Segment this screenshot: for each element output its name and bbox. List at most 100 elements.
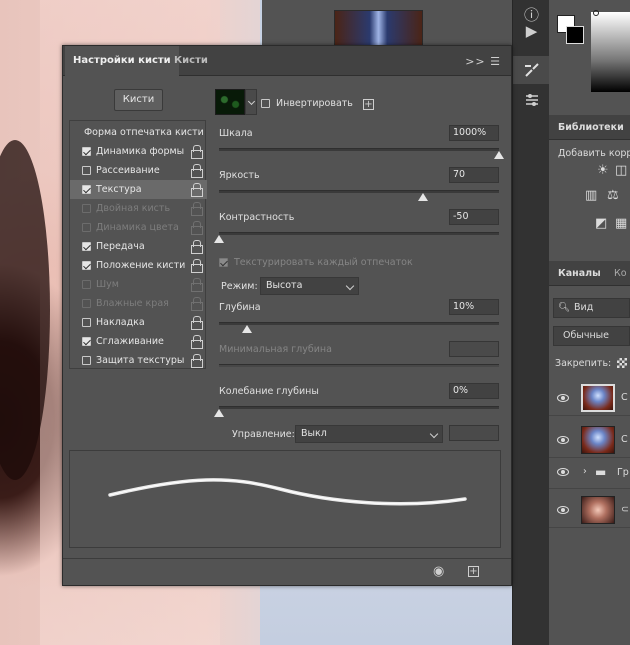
lock-icon[interactable] [191,221,203,235]
brush-settings-icon[interactable] [513,56,550,84]
color-picker-handle[interactable] [593,10,599,16]
panel-menu-icon[interactable]: >> ☰ [465,55,501,68]
option-checkbox[interactable] [82,337,91,346]
visibility-eye-icon[interactable] [557,506,569,514]
option-checkbox[interactable] [82,318,91,327]
lock-icon[interactable] [191,202,203,216]
option-checkbox[interactable] [82,280,91,289]
toggle-live-preview-icon[interactable]: ◉ [433,564,444,579]
tab-brushes[interactable]: Кисти [166,46,216,76]
option-checkbox[interactable] [82,204,91,213]
tab-channels[interactable]: Каналы [558,268,601,279]
texture-swatch[interactable] [215,89,245,115]
brush-option-item[interactable]: Двойная кисть [70,199,207,218]
lock-icon[interactable] [191,259,203,273]
lock-icon[interactable] [191,354,203,368]
create-new-brush-icon[interactable]: + [468,566,479,577]
visibility-eye-icon[interactable] [557,436,569,444]
levels-adjust-icon[interactable]: ▥ [585,188,597,203]
texture-picker-dropdown[interactable] [245,89,257,115]
depth-slider-handle[interactable] [242,325,252,333]
option-checkbox[interactable] [82,261,91,270]
layer-group-row[interactable]: › ▬ Гр [549,457,630,489]
brush-option-item[interactable]: Динамика формы [70,142,207,161]
document-thumbnail[interactable] [334,10,423,46]
min-depth-slider[interactable] [219,364,499,367]
brush-option-item[interactable]: Динамика цвета [70,218,207,237]
background-color-swatch[interactable] [566,26,584,44]
option-checkbox[interactable] [82,147,91,156]
control-select[interactable]: Выкл [295,425,443,443]
texturize-each-checkbox[interactable] [219,258,228,267]
lock-transparency-icon[interactable] [617,358,627,368]
brush-option-item[interactable]: Сглаживание [70,332,207,351]
contrast-slider[interactable] [219,232,499,235]
curves-adjust-icon[interactable]: ◫ [615,163,627,178]
lock-icon[interactable] [191,278,203,292]
layer-thumbnail [581,496,615,524]
option-checkbox[interactable] [82,299,91,308]
brush-option-item[interactable]: Накладка [70,313,207,332]
play-icon[interactable]: ▶ [513,17,550,45]
lock-icon[interactable] [191,297,203,311]
min-depth-field[interactable] [449,341,499,357]
layer-filter-select[interactable]: 🔍︎ Вид [553,298,630,318]
brush-tip-shape-item[interactable]: Форма отпечатка кисти [70,123,207,142]
visibility-eye-icon[interactable] [557,394,569,402]
invert-checkbox[interactable] [261,99,270,108]
contrast-field[interactable]: -50 [449,209,499,225]
lock-icon[interactable] [191,145,203,159]
contrast-slider-handle[interactable] [214,235,224,243]
channels-tab-bar: Каналы Ко [549,261,630,286]
option-label: Накладка [96,317,145,328]
depth-jitter-field[interactable]: 0% [449,383,499,399]
depth-field[interactable]: 10% [449,299,499,315]
brush-option-item[interactable]: Рассеивание [70,161,207,180]
brightness-adjust-icon[interactable]: ☀ [597,163,609,178]
layer-row[interactable]: ⊂ [549,492,630,528]
tab-libraries[interactable]: Библиотеки [558,122,624,133]
chevron-right-icon[interactable]: › [583,466,587,477]
tab-brush-settings[interactable]: Настройки кисти [65,46,179,76]
color-picker-field[interactable] [591,12,630,92]
brush-option-item[interactable]: Положение кисти [70,256,207,275]
option-checkbox[interactable] [82,166,91,175]
option-checkbox[interactable] [82,242,91,251]
photo-filter-adjust-icon[interactable]: ◩ [595,216,607,231]
option-checkbox[interactable] [82,223,91,232]
mode-select[interactable]: Высота [260,277,359,295]
blend-mode-select[interactable]: Обычные [553,326,630,346]
brush-option-item[interactable]: Шум [70,275,207,294]
layer-row[interactable]: С [549,380,630,416]
option-checkbox[interactable] [82,356,91,365]
lock-icon[interactable] [191,316,203,330]
option-checkbox[interactable] [82,185,91,194]
scale-field[interactable]: 1000% [449,125,499,141]
brightness-slider-handle[interactable] [418,193,429,201]
depth-jitter-slider-handle[interactable] [214,409,224,417]
depth-jitter-slider[interactable] [219,406,499,409]
lock-icon[interactable] [191,240,203,254]
new-preset-icon[interactable]: + [363,99,374,110]
tab-contours[interactable]: Ко [614,268,627,279]
brush-option-item[interactable]: Передача [70,237,207,256]
brush-option-item[interactable]: Текстура [70,180,207,199]
lock-icon[interactable] [191,183,203,197]
lock-icon[interactable] [191,164,203,178]
layer-row[interactable]: С [549,422,630,458]
visibility-eye-icon[interactable] [557,468,569,476]
scale-slider[interactable] [219,148,499,151]
brush-option-item[interactable]: Защита текстуры [70,351,207,370]
lock-icon[interactable] [191,335,203,349]
layer-name: Гр [617,467,629,478]
brightness-field[interactable]: 70 [449,167,499,183]
control-extra-field[interactable] [449,425,499,441]
tool-presets-icon[interactable] [513,86,550,114]
channel-mixer-adjust-icon[interactable]: ▦ [615,216,627,231]
brightness-slider[interactable] [219,190,499,193]
brush-option-item[interactable]: Влажные края [70,294,207,313]
scale-slider-handle[interactable] [494,151,504,159]
balance-adjust-icon[interactable]: ⚖ [607,188,619,203]
depth-slider[interactable] [219,322,499,325]
brushes-button[interactable]: Кисти [114,89,163,111]
